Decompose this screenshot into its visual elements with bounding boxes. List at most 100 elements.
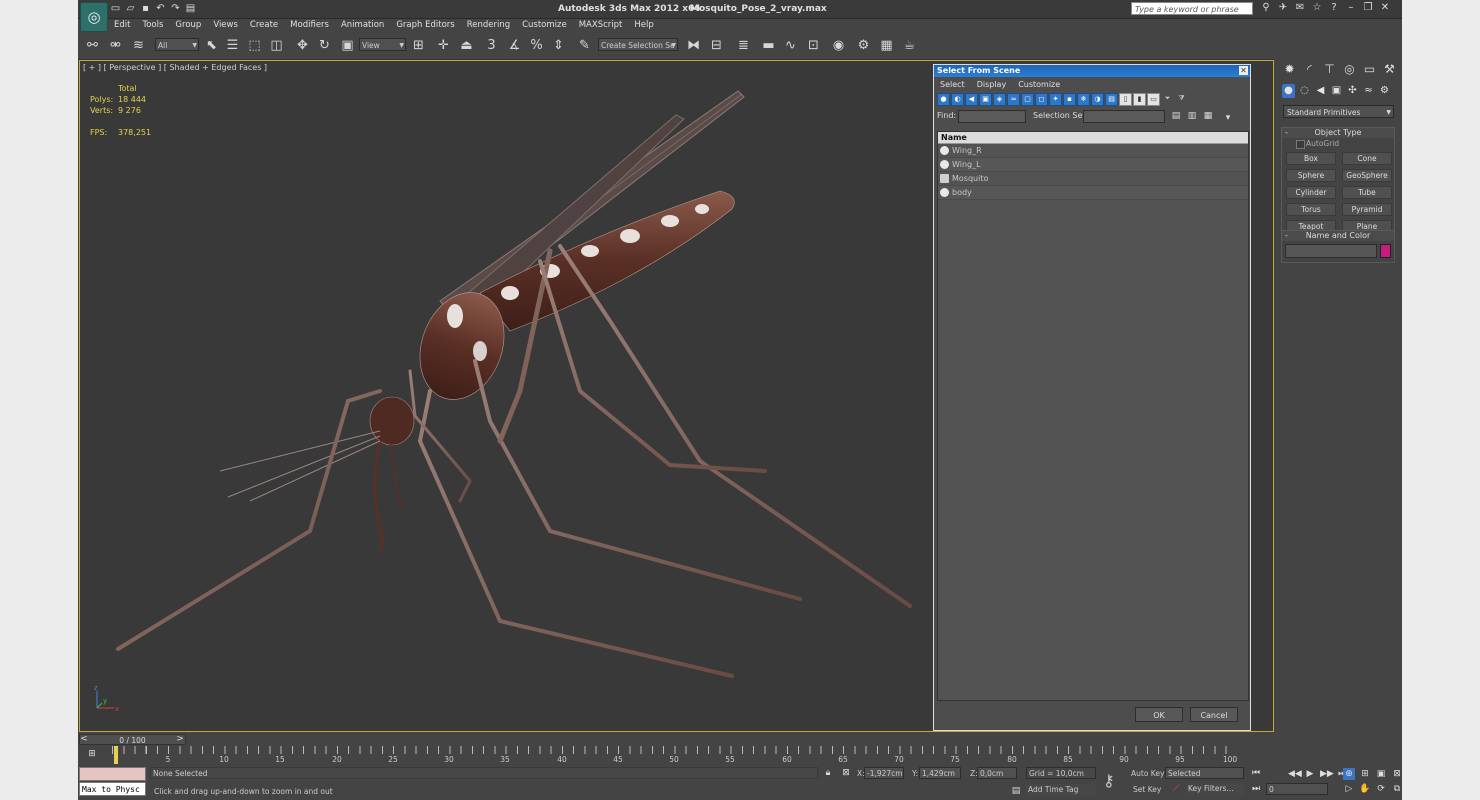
menu-customize[interactable]: Customize (516, 18, 573, 32)
goto-start-icon[interactable]: ⏮ (1250, 767, 1262, 779)
subscription-icon[interactable]: ✈ (1277, 2, 1289, 14)
mini-curve-editor-icon[interactable]: ⊞ (86, 748, 98, 760)
space-warps-category-icon[interactable]: ≈ (1362, 84, 1375, 98)
select-object-icon[interactable]: ⬉ (203, 37, 220, 54)
helpers-category-icon[interactable]: ✣ (1346, 84, 1359, 98)
bind-space-warp-icon[interactable]: ≋ (130, 37, 147, 54)
curve-editor-icon[interactable]: ∿ (782, 37, 799, 54)
communication-icon[interactable]: ✉ (1294, 2, 1306, 14)
menu-modifiers[interactable]: Modifiers (284, 18, 335, 32)
menu-group[interactable]: Group (169, 18, 207, 32)
display-tab-icon[interactable]: ▭ (1362, 61, 1377, 77)
select-by-name-icon[interactable]: ☰ (224, 37, 241, 54)
list-item[interactable]: Wing_L (938, 158, 1248, 172)
schematic-view-icon[interactable]: ⊡ (805, 37, 822, 54)
menu-maxscript[interactable]: MAXScript (573, 18, 629, 32)
add-selection-set-icon[interactable]: ▤ (1170, 110, 1182, 122)
spinner-snap-icon[interactable]: ⇕ (550, 37, 567, 54)
display-hidden-icon[interactable]: ◑ (1091, 93, 1104, 106)
rotate-icon[interactable]: ↻ (316, 37, 333, 54)
shapes-category-icon[interactable]: ◌ (1298, 84, 1311, 98)
head[interactable] (369, 396, 415, 552)
display-children-icon[interactable]: ▭ (1147, 93, 1160, 106)
app-logo-icon[interactable]: ◎ (80, 2, 108, 32)
display-space-warps-icon[interactable]: ≈ (1007, 93, 1020, 106)
set-key-filter-icon[interactable]: ⟋ (1170, 783, 1182, 795)
systems-category-icon[interactable]: ⚙ (1378, 84, 1391, 98)
zoom-all-icon[interactable]: ⊞ (1359, 768, 1371, 780)
auto-key-button[interactable]: Auto Key (1131, 769, 1164, 778)
slider-next-icon[interactable]: > (174, 733, 186, 745)
utilities-tab-icon[interactable]: ⚒ (1382, 61, 1397, 77)
slider-prev-icon[interactable]: < (78, 733, 90, 745)
menu-views[interactable]: Views (207, 18, 244, 32)
maximize-viewport-icon[interactable]: ⧉ (1391, 783, 1403, 795)
object-name-input[interactable] (1285, 244, 1377, 258)
list-item[interactable]: Mosquito (938, 172, 1248, 186)
reference-coordinate-dropdown[interactable]: View (359, 38, 406, 52)
x-coord-field[interactable]: -1,927cm (864, 767, 904, 779)
named-selection-set-dropdown[interactable]: Create Selection Se (598, 38, 678, 52)
object-color-swatch[interactable] (1380, 244, 1391, 258)
remove-selection-set-icon[interactable]: ▥ (1186, 110, 1198, 122)
selection-lock-icon[interactable]: 🔒︎ (822, 767, 834, 779)
selection-filter-dropdown[interactable]: All (155, 38, 199, 52)
geosphere-button[interactable]: GeoSphere (1342, 169, 1392, 182)
z-coord-field[interactable]: 0,0cm (977, 767, 1017, 779)
maxscript-mini-listener[interactable]: Max to Physc (79, 782, 146, 796)
primitive-type-dropdown[interactable]: Standard Primitives (1283, 105, 1394, 119)
edit-selection-set-icon[interactable]: ▦ (1202, 110, 1214, 122)
dialog-title-bar[interactable]: Select From Scene ✕ (934, 65, 1250, 77)
display-helpers-icon[interactable]: ◈ (993, 93, 1006, 106)
ok-button[interactable]: OK (1135, 707, 1183, 722)
rendered-frame-window-icon[interactable]: ▦ (878, 37, 895, 54)
favorites-star-icon[interactable]: ☆ (1311, 2, 1323, 14)
key-mode-dropdown[interactable]: Selected (1165, 767, 1244, 779)
move-icon[interactable]: ✥ (294, 37, 311, 54)
dialog-close-icon[interactable]: ✕ (1239, 66, 1248, 75)
open-file-icon[interactable]: ▱ (125, 3, 136, 14)
menu-animation[interactable]: Animation (335, 18, 390, 32)
binoculars-icon[interactable]: ⚲ (1260, 2, 1272, 14)
dialog-menu-display[interactable]: Display (971, 77, 1013, 92)
restore-icon[interactable]: ❐ (1362, 2, 1374, 14)
more-options-icon[interactable]: ▾ (1222, 112, 1234, 124)
find-input[interactable] (958, 110, 1026, 123)
field-of-view-icon[interactable]: ▷ (1343, 783, 1355, 795)
redo-icon[interactable]: ↷ (170, 3, 181, 14)
display-all-icon[interactable]: ▤ (1105, 93, 1118, 106)
rectangular-selection-icon[interactable]: ⬚ (246, 37, 263, 54)
play-icon[interactable]: ▶ (1304, 768, 1316, 780)
link-icon[interactable]: ⚯ (84, 37, 101, 54)
percent-snap-icon[interactable]: % (528, 37, 545, 54)
name-and-color-title[interactable]: Name and Color (1282, 231, 1394, 241)
edit-named-selection-icon[interactable]: ✎ (576, 37, 593, 54)
unlink-icon[interactable]: ⚮ (107, 37, 124, 54)
y-coord-field[interactable]: 1,429cm (919, 767, 961, 779)
render-setup-icon[interactable]: ⚙ (855, 37, 872, 54)
menu-tools[interactable]: Tools (136, 18, 169, 32)
display-groups-icon[interactable]: ▢ (1021, 93, 1034, 106)
display-none-icon[interactable]: ▯ (1119, 93, 1132, 106)
list-item[interactable]: Wing_R (938, 144, 1248, 158)
display-lights-icon[interactable]: ◀ (965, 93, 978, 106)
project-folder-icon[interactable]: ▤ (185, 3, 196, 14)
selection-set-dropdown[interactable] (1083, 110, 1165, 123)
perspective-viewport[interactable]: [ + ] [ Perspective ] [ Shaded + Edged F… (79, 60, 1274, 732)
hierarchy-tab-icon[interactable]: ⊤ (1322, 61, 1337, 77)
select-manipulate-icon[interactable]: ✛ (435, 37, 452, 54)
graphite-ribbon-icon[interactable]: ▬ (760, 37, 777, 54)
time-slider[interactable]: 0 / 100 (79, 734, 186, 745)
minimize-icon[interactable]: – (1345, 2, 1357, 14)
box-button[interactable]: Box (1286, 152, 1336, 165)
display-containers-icon[interactable]: ▪ (1063, 93, 1076, 106)
close-icon[interactable]: ✕ (1379, 2, 1391, 14)
window-crossing-icon[interactable]: ◫ (268, 37, 285, 54)
display-bones-icon[interactable]: ✦ (1049, 93, 1062, 106)
orbit-icon[interactable]: ⟳ (1375, 783, 1387, 795)
undo-icon[interactable]: ↶ (155, 3, 166, 14)
display-geometry-icon[interactable]: ● (937, 93, 950, 106)
new-file-icon[interactable]: ▭ (110, 3, 121, 14)
time-tag-icon[interactable]: ▤ (1010, 785, 1022, 797)
mirror-icon[interactable]: ⧓ (685, 37, 702, 54)
